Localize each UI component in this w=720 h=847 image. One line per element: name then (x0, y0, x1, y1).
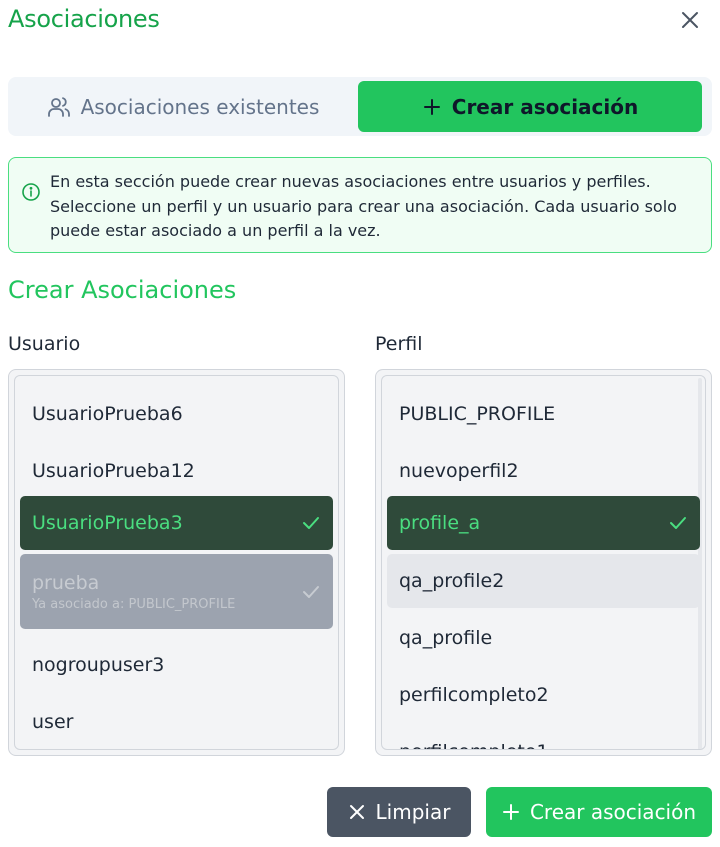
perfil-list-item[interactable]: perfilcompleto1 (387, 725, 700, 749)
usuario-item-name: UsuarioPrueba12 (32, 460, 195, 482)
usuario-item-name: prueba (32, 571, 100, 594)
perfil-list-item[interactable]: profile_a (387, 496, 700, 550)
dialog-title: Asociaciones (8, 5, 160, 33)
usuario-list[interactable]: UsuarioPrueba6 UsuarioPrueba12 UsuarioPrue… (8, 369, 345, 756)
section-title: Crear Asociaciones (8, 276, 237, 304)
perfil-item-name: perfilcompleto1 (399, 741, 700, 749)
check-icon (303, 517, 319, 529)
usuario-item-name: UsuarioPrueba3 (32, 512, 183, 534)
tab-bar: Asociaciones existentes Crear asociación (8, 77, 712, 136)
usuario-item-name: user (32, 711, 74, 733)
plus-icon (423, 98, 440, 115)
usuario-item-name: nogroupuser3 (32, 654, 165, 676)
perfil-list-item[interactable]: nuevoperfil2 (387, 444, 700, 498)
usuario-item-name: UsuarioPrueba6 (32, 403, 183, 425)
perfil-item-name: qa_profile2 (399, 570, 505, 592)
close-button[interactable] (676, 5, 704, 33)
perfil-item-name: nuevoperfil2 (399, 460, 519, 482)
usuario-list-item: prueba Ya asociado a: PUBLIC_PROFILE (20, 554, 333, 629)
info-text: En esta sección puede crear nuevas asoci… (50, 172, 677, 240)
clear-button[interactable]: Limpiar (327, 787, 471, 837)
perfil-list-viewport[interactable]: PUBLIC_PROFILE nuevoperfil2 profile_a qa_pr… (381, 375, 706, 750)
perfil-list[interactable]: PUBLIC_PROFILE nuevoperfil2 profile_a qa_pr… (375, 369, 712, 756)
perfil-list-item[interactable]: PUBLIC_PROFILE (387, 387, 700, 441)
usuario-label: Usuario (8, 333, 81, 355)
perfil-list-item[interactable]: qa_profile (387, 611, 700, 665)
x-icon (682, 12, 698, 28)
perfil-item-name: qa_profile (399, 627, 493, 649)
perfil-label: Perfil (375, 333, 423, 355)
usuario-list-item[interactable]: nogroupuser3 (20, 638, 333, 692)
tab-create-label: Crear asociación (451, 94, 639, 119)
perfil-list-item[interactable]: perfilcompleto2 (387, 668, 700, 722)
users-icon (47, 96, 70, 117)
info-alert: En esta sección puede crear nuevas asoci… (8, 157, 712, 253)
create-association-button[interactable]: Crear asociación (486, 787, 712, 837)
check-icon (303, 585, 319, 598)
create-button-label: Crear asociación (529, 800, 697, 824)
tab-existing-associations[interactable]: Asociaciones existentes (12, 81, 354, 132)
perfil-item-name: PUBLIC_PROFILE (399, 403, 556, 425)
usuario-list-item[interactable]: UsuarioPrueba12 (20, 444, 333, 498)
usuario-list-item[interactable]: UsuarioPrueba6 (20, 387, 333, 441)
usuario-list-viewport[interactable]: UsuarioPrueba6 UsuarioPrueba12 UsuarioPrue… (14, 375, 339, 750)
usuario-list-item[interactable]: UsuarioPrueba3 (20, 496, 333, 550)
usuario-item-note: Ya asociado a: PUBLIC_PROFILE (32, 596, 236, 612)
tab-create-association[interactable]: Crear asociación (358, 81, 702, 132)
x-icon (349, 805, 364, 819)
plus-icon (502, 804, 519, 820)
perfil-item-name: perfilcompleto2 (399, 684, 549, 706)
usuario-list-item[interactable]: user (20, 695, 333, 749)
info-circle-icon (22, 183, 40, 201)
check-icon (670, 517, 686, 529)
perfil-list-item[interactable]: qa_profile2 (387, 554, 700, 608)
clear-button-label: Limpiar (375, 800, 451, 824)
perfil-item-name: profile_a (399, 512, 481, 534)
tab-existing-label: Asociaciones existentes (80, 94, 320, 119)
